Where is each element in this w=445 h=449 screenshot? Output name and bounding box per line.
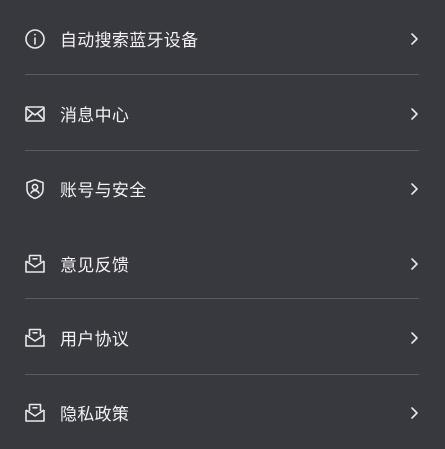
shield-user-icon — [24, 178, 46, 200]
chevron-right-icon — [409, 331, 419, 345]
menu-item-label: 自动搜索蓝牙设备 — [60, 31, 199, 51]
info-circle-icon — [24, 28, 46, 50]
menu-item-label: 隐私政策 — [60, 405, 130, 425]
open-envelope-icon — [24, 402, 46, 424]
menu-item-auto-search-bluetooth[interactable]: 自动搜索蓝牙设备 — [0, 1, 445, 76]
chevron-right-icon — [409, 182, 419, 196]
divider — [25, 298, 419, 299]
menu-item-label: 用户协议 — [60, 330, 130, 350]
menu-item-message-center[interactable]: 消息中心 — [0, 76, 445, 151]
divider — [25, 74, 419, 75]
menu-item-feedback[interactable]: 意见反馈 — [0, 226, 445, 301]
menu-item-label: 意见反馈 — [60, 256, 130, 276]
menu-item-account-security[interactable]: 账号与安全 — [0, 151, 445, 226]
chevron-right-icon — [409, 257, 419, 271]
chevron-right-icon — [409, 32, 419, 46]
menu-item-privacy-policy[interactable]: 隐私政策 — [0, 375, 445, 449]
menu-item-label: 消息中心 — [60, 106, 130, 126]
settings-menu: 自动搜索蓝牙设备 消息中心 账号与安全 意见反馈 用户协议 隐私政策 — [0, 0, 445, 449]
open-envelope-icon — [24, 253, 46, 275]
open-envelope-icon — [24, 327, 46, 349]
menu-item-user-agreement[interactable]: 用户协议 — [0, 300, 445, 375]
menu-item-label: 账号与安全 — [60, 181, 147, 201]
chevron-right-icon — [409, 406, 419, 420]
envelope-icon — [24, 103, 46, 125]
chevron-right-icon — [409, 107, 419, 121]
